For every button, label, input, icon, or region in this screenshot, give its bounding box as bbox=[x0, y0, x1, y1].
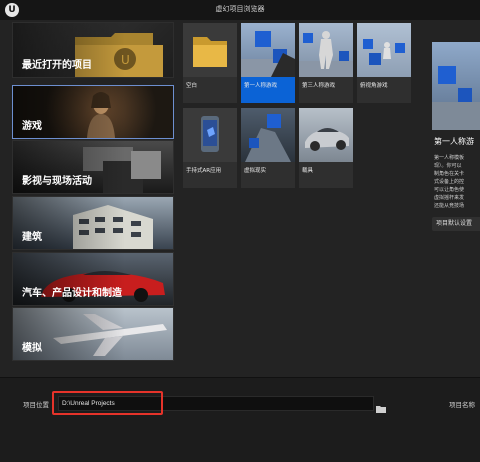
template-first-person[interactable]: 第一人称游戏 bbox=[241, 23, 295, 103]
template-label: 载具 bbox=[302, 168, 314, 174]
template-top-down[interactable]: 俯视角游戏 bbox=[357, 23, 411, 103]
project-location-label: 项目位置 bbox=[23, 401, 49, 409]
category-label: 汽车、产品设计和制造 bbox=[22, 288, 122, 299]
first-person-icon bbox=[241, 23, 295, 77]
template-label: 空白 bbox=[186, 83, 198, 89]
details-description: 第一人称模板 现）。你可以 制角色在关卡 式设备上的控 可以让角色使 虚拟摇杆来… bbox=[434, 155, 465, 209]
category-recent-projects[interactable]: U 最近打开的项目 bbox=[12, 22, 174, 78]
category-games[interactable]: 游戏 bbox=[12, 85, 174, 139]
template-label: 俯视角游戏 bbox=[360, 83, 388, 89]
template-vr[interactable]: 虚拟现实 bbox=[241, 108, 295, 188]
details-title: 第一人称游 bbox=[434, 137, 474, 146]
project-name-label: 项目名称 bbox=[449, 401, 475, 409]
template-third-person[interactable]: 第三人称游戏 bbox=[299, 23, 353, 103]
handheld-ar-icon bbox=[183, 108, 237, 162]
main-area: U 最近打开的项目 游戏 影视与现场活动 bbox=[0, 20, 480, 377]
template-vehicle[interactable]: 载具 bbox=[299, 108, 353, 188]
template-label: 第一人称游戏 bbox=[244, 83, 278, 89]
category-architecture[interactable]: 建筑 bbox=[12, 196, 174, 250]
project-settings-bar: 项目位置 项目名称 bbox=[0, 377, 480, 462]
browse-folder-icon[interactable] bbox=[376, 398, 386, 413]
vr-icon bbox=[241, 108, 295, 162]
location-highlight-box bbox=[52, 391, 163, 415]
template-label: 虚拟现实 bbox=[244, 168, 267, 174]
template-label: 手持式AR应用 bbox=[186, 168, 222, 174]
folder-icon bbox=[183, 23, 237, 77]
third-person-icon bbox=[299, 23, 353, 77]
category-simulation[interactable]: 模拟 bbox=[12, 307, 174, 361]
template-blank[interactable]: 空白 bbox=[183, 23, 237, 103]
category-film-live-events[interactable]: 影视与现场活动 bbox=[12, 140, 174, 194]
details-preview-image bbox=[432, 42, 480, 130]
category-label: 影视与现场活动 bbox=[22, 176, 92, 187]
template-handheld-ar[interactable]: 手持式AR应用 bbox=[183, 108, 237, 188]
title-bar: U 虚幻项目浏览器 bbox=[0, 0, 480, 20]
category-label: 模拟 bbox=[22, 343, 42, 354]
top-down-icon bbox=[357, 23, 411, 77]
vehicle-icon bbox=[299, 108, 353, 162]
category-automotive[interactable]: 汽车、产品设计和制造 bbox=[12, 252, 174, 306]
category-label: 建筑 bbox=[22, 232, 42, 243]
category-label: 最近打开的项目 bbox=[22, 60, 92, 71]
template-label: 第三人称游戏 bbox=[302, 83, 336, 89]
template-details-panel: 第一人称游 第一人称模板 现）。你可以 制角色在关卡 式设备上的控 可以让角色使… bbox=[432, 42, 480, 242]
category-label: 游戏 bbox=[22, 121, 42, 132]
project-defaults-button[interactable]: 项目默认设置 bbox=[432, 217, 480, 231]
window-title: 虚幻项目浏览器 bbox=[215, 5, 265, 13]
